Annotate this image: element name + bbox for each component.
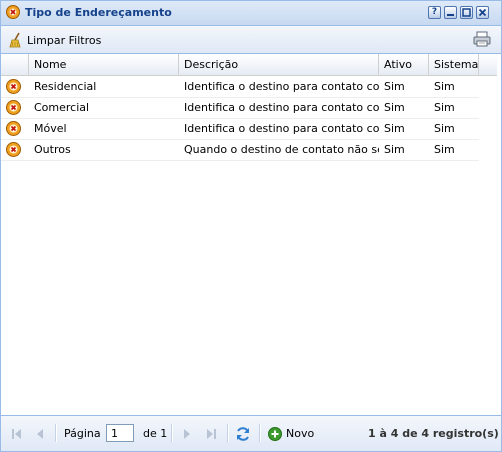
window: Tipo de Endereçamento ? Limpar Filtros N… xyxy=(0,0,502,452)
add-icon xyxy=(268,427,282,441)
separator xyxy=(55,424,57,442)
column-header-sistema[interactable]: Sistema xyxy=(429,54,479,75)
grid-header: Nome Descrição Ativo Sistema xyxy=(1,54,479,76)
minimize-icon xyxy=(447,14,454,16)
broom-icon xyxy=(9,32,21,48)
cell-nome: Comercial xyxy=(34,101,90,114)
page-label: Página xyxy=(64,427,101,440)
cell-sistema: Sim xyxy=(434,80,455,93)
table-row[interactable]: Móvel Identifica o destino para contato … xyxy=(1,118,479,140)
new-button-label: Novo xyxy=(286,427,315,440)
cell-descricao: Quando o destino de contato não se ... xyxy=(184,143,379,156)
cell-descricao: Identifica o destino para contato com... xyxy=(184,101,379,114)
minimize-button[interactable] xyxy=(444,6,457,19)
record-summary: 1 à 4 de 4 registro(s) xyxy=(368,427,499,440)
help-button[interactable]: ? xyxy=(428,6,441,19)
column-header-descricao[interactable]: Descrição xyxy=(179,54,379,75)
page-count-label: de 1 xyxy=(143,427,168,440)
paging-toolbar: Página de 1 Novo 1 à 4 de 4 registro(s) xyxy=(1,415,501,451)
cell-descricao: Identifica o destino para contato com... xyxy=(184,122,379,135)
close-button[interactable] xyxy=(476,6,489,19)
separator xyxy=(171,424,173,442)
print-icon[interactable] xyxy=(473,31,491,47)
column-header-icon xyxy=(1,54,29,75)
clear-filters-button[interactable]: Limpar Filtros xyxy=(9,32,101,48)
edit-record-icon[interactable] xyxy=(6,100,21,115)
cell-sistema: Sim xyxy=(434,122,455,135)
table-row[interactable]: Outros Quando o destino de contato não s… xyxy=(1,139,479,161)
maximize-icon xyxy=(462,8,471,17)
cell-ativo: Sim xyxy=(384,143,405,156)
window-title: Tipo de Endereçamento xyxy=(25,6,172,19)
cell-descricao: Identifica o destino para contato com... xyxy=(184,80,379,93)
separator xyxy=(259,424,261,442)
address-type-icon xyxy=(6,5,20,19)
table-row[interactable]: Comercial Identifica o destino para cont… xyxy=(1,97,479,119)
cell-sistema: Sim xyxy=(434,143,455,156)
column-header-ativo[interactable]: Ativo xyxy=(379,54,429,75)
first-page-icon[interactable] xyxy=(11,428,23,440)
cell-ativo: Sim xyxy=(384,80,405,93)
page-number-input[interactable] xyxy=(106,424,134,442)
cell-sistema: Sim xyxy=(434,101,455,114)
window-titlebar: Tipo de Endereçamento ? xyxy=(1,1,501,26)
column-header-nome[interactable]: Nome xyxy=(29,54,179,75)
cell-nome: Residencial xyxy=(34,80,97,93)
previous-page-icon[interactable] xyxy=(35,428,45,440)
table-row[interactable]: Residencial Identifica o destino para co… xyxy=(1,76,479,98)
toolbar: Limpar Filtros xyxy=(1,26,501,54)
maximize-button[interactable] xyxy=(460,6,473,19)
last-page-icon[interactable] xyxy=(205,428,217,440)
scrollbar-header-spacer xyxy=(479,54,497,76)
next-page-icon[interactable] xyxy=(182,428,192,440)
cell-ativo: Sim xyxy=(384,101,405,114)
separator xyxy=(227,424,229,442)
edit-record-icon[interactable] xyxy=(6,142,21,157)
cell-ativo: Sim xyxy=(384,122,405,135)
edit-record-icon[interactable] xyxy=(6,79,21,94)
clear-filters-label: Limpar Filtros xyxy=(27,33,102,47)
cell-nome: Móvel xyxy=(34,122,67,135)
refresh-icon[interactable] xyxy=(235,426,251,442)
data-grid: Nome Descrição Ativo Sistema Residencial… xyxy=(1,54,501,414)
cell-nome: Outros xyxy=(34,143,71,156)
new-button[interactable]: Novo xyxy=(268,425,314,443)
edit-record-icon[interactable] xyxy=(6,121,21,136)
close-icon xyxy=(478,8,487,17)
